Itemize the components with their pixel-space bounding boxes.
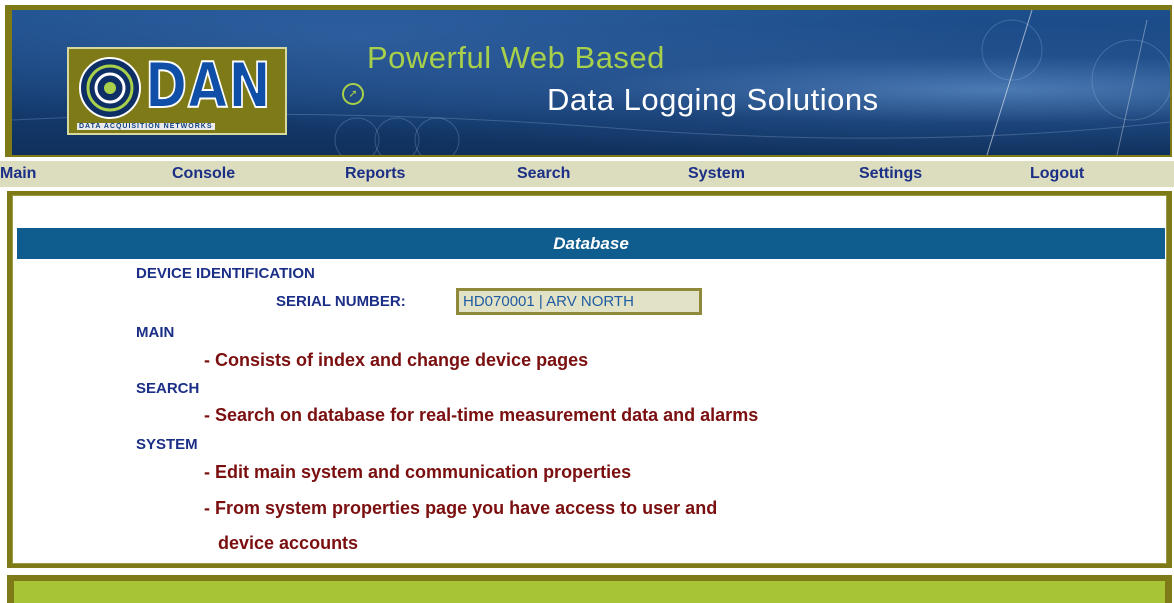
arrow-circle-icon: ➚ [342, 83, 364, 105]
tagline-line1: Powerful Web Based [367, 40, 665, 75]
search-section-title: SEARCH [136, 380, 200, 397]
system-description-2: - From system properties page you have a… [204, 498, 718, 518]
logo-subtitle: DATA ACQUISITION NETWORKS [77, 123, 215, 130]
database-header: Database [17, 228, 1165, 259]
serial-number-label: SERIAL NUMBER: [276, 293, 406, 310]
logo-swirl-icon [79, 57, 141, 119]
nav-main[interactable]: Main [0, 161, 36, 187]
main-navigation: Main Console Reports Search System Setti… [0, 161, 1174, 187]
nav-system[interactable]: System [688, 161, 745, 187]
nav-console[interactable]: Console [172, 161, 235, 187]
device-identification-title: DEVICE IDENTIFICATION [136, 265, 315, 282]
nav-settings[interactable]: Settings [859, 161, 922, 187]
tagline-line2: Data Logging Solutions [547, 82, 879, 117]
footer-bar [14, 581, 1165, 603]
system-description-2-continued: device accounts [218, 533, 359, 553]
main-description: - Consists of index and change device pa… [204, 350, 589, 370]
system-description-1: - Edit main system and communication pro… [204, 462, 632, 482]
main-section-title: MAIN [136, 324, 175, 341]
dan-logo: DAN DATA ACQUISITION NETWORKS [67, 47, 287, 135]
content-panel: Database DEVICE IDENTIFICATION SERIAL NU… [12, 195, 1167, 564]
system-section-title: SYSTEM [136, 436, 198, 453]
logo-text: DAN [144, 49, 272, 122]
banner: DAN DATA ACQUISITION NETWORKS ➚ Powerful… [12, 10, 1170, 155]
nav-search[interactable]: Search [517, 161, 570, 187]
content-frame: Database DEVICE IDENTIFICATION SERIAL NU… [7, 191, 1172, 568]
serial-number-field[interactable]: HD070001 | ARV NORTH [456, 288, 702, 315]
nav-reports[interactable]: Reports [345, 161, 405, 187]
footer-frame [7, 575, 1172, 603]
nav-logout[interactable]: Logout [1030, 161, 1084, 187]
search-description: - Search on database for real-time measu… [204, 405, 759, 425]
